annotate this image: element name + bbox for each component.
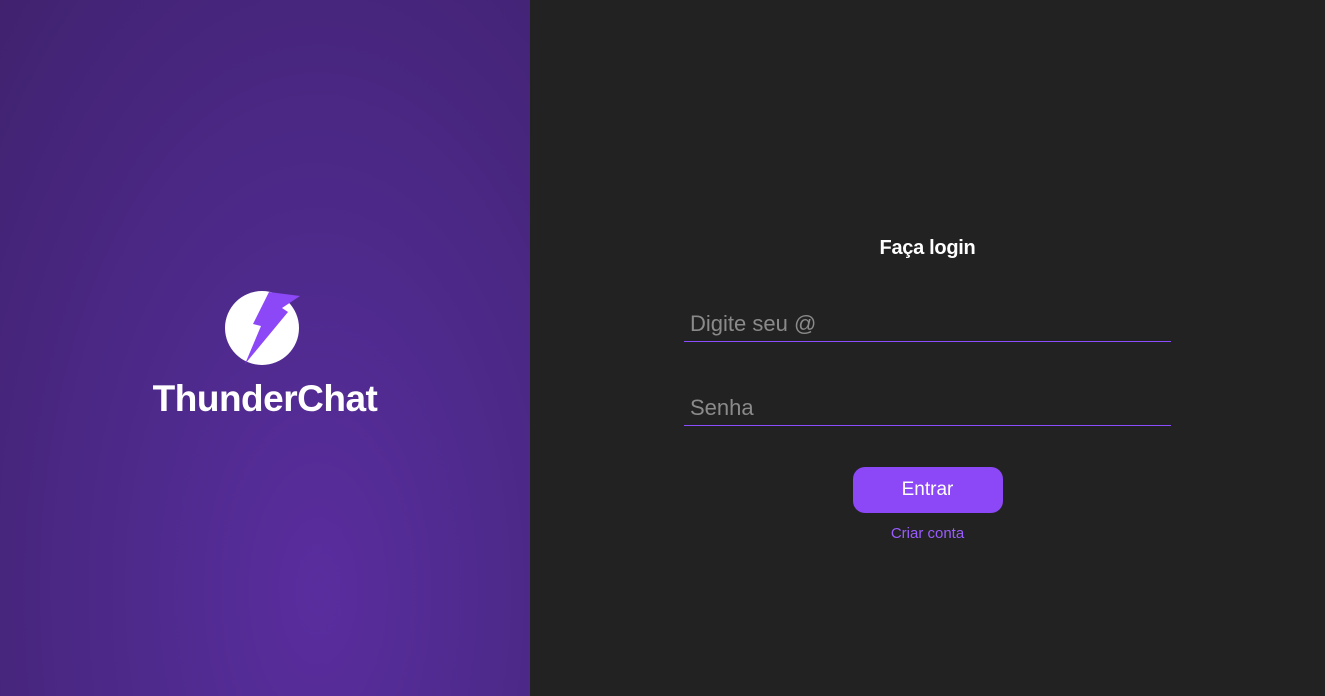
lightning-bolt-icon (225, 288, 305, 368)
login-form: Faça login Entrar Criar conta (684, 234, 1171, 542)
password-input[interactable] (684, 390, 1171, 426)
form-title: Faça login (879, 237, 976, 259)
brand-block: ThunderChat (0, 288, 530, 420)
brand-name: ThunderChat (152, 378, 378, 419)
form-actions: Entrar Criar conta (684, 467, 1171, 542)
create-account-link[interactable]: Criar conta (891, 525, 964, 542)
email-input[interactable] (684, 306, 1171, 342)
login-button[interactable]: Entrar (852, 467, 1003, 513)
brand-panel: ThunderChat (0, 0, 530, 696)
login-panel: Faça login Entrar Criar conta (530, 0, 1325, 696)
login-page: ThunderChat Faça login Entrar Criar cont… (0, 0, 1325, 696)
